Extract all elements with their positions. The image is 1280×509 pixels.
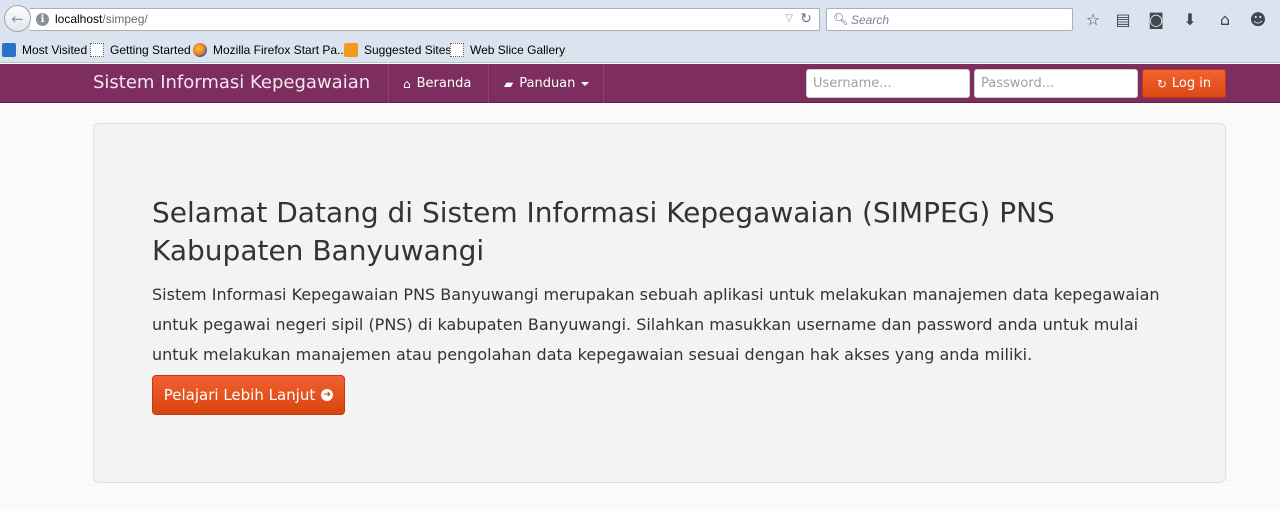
- bookmark-most-visited[interactable]: Most Visited: [2, 40, 87, 60]
- nav-divider: [388, 64, 389, 103]
- bookmark-label: Web Slice Gallery: [470, 43, 566, 57]
- arrow-circle-right-icon: ➜: [321, 389, 334, 401]
- hero-panel: Selamat Datang di Sistem Informasi Kepeg…: [93, 123, 1226, 483]
- url-host: localhost: [55, 12, 103, 26]
- learn-more-button[interactable]: Pelajari Lebih Lanjut ➜: [152, 375, 345, 415]
- hero-title: Selamat Datang di Sistem Informasi Kepeg…: [152, 196, 1055, 267]
- navbar-brand[interactable]: Sistem Informasi Kepegawaian: [93, 72, 370, 93]
- bookmarks-list-icon[interactable]: ▤: [1113, 10, 1133, 30]
- bookmark-label: Suggested Sites: [364, 43, 452, 57]
- nav-divider: [603, 64, 604, 103]
- search-icon: 🔍︎: [833, 12, 849, 26]
- nav-link-panduan[interactable]: ▰ Panduan: [504, 64, 590, 103]
- home-icon: ⌂: [403, 76, 411, 91]
- bookmark-star-icon[interactable]: ☆: [1083, 10, 1103, 30]
- hero-description: Sistem Informasi Kepegawaian PNS Banyuwa…: [152, 285, 1160, 364]
- page-icon: [90, 43, 104, 57]
- url-history-dropdown-icon[interactable]: ▽: [785, 13, 793, 24]
- bookmarks-bar: Most Visited Getting Started Mozilla Fir…: [0, 40, 1280, 60]
- url-path: /simpeg/: [102, 12, 148, 26]
- download-icon[interactable]: ⬇: [1180, 10, 1200, 30]
- url-text[interactable]: localhost/simpeg/: [55, 12, 148, 26]
- bookmark-suggested-sites[interactable]: Suggested Sites: [344, 40, 451, 60]
- nav-link-beranda[interactable]: ⌂ Beranda: [403, 64, 471, 103]
- nav-link-label: Beranda: [416, 76, 472, 91]
- password-input[interactable]: [974, 69, 1138, 98]
- login-icon: ↻: [1156, 76, 1167, 91]
- reload-icon[interactable]: ↻: [800, 11, 812, 27]
- pocket-icon[interactable]: ◙: [1146, 10, 1166, 30]
- browser-toolbar: i localhost/simpeg/ ▽ ↻ ← 🔍︎ Search ☆ ▤ …: [0, 0, 1280, 63]
- browser-search-input[interactable]: 🔍︎ Search: [826, 8, 1073, 31]
- learn-more-label: Pelajari Lebih Lanjut: [163, 386, 316, 404]
- home-icon[interactable]: ⌂: [1215, 10, 1235, 30]
- back-button[interactable]: ←: [4, 5, 31, 32]
- back-arrow-icon: ←: [11, 9, 24, 28]
- comment-icon: ▰: [504, 76, 514, 91]
- chevron-down-icon: [581, 81, 590, 86]
- site-info-icon[interactable]: i: [36, 13, 49, 26]
- page-icon: [450, 43, 464, 57]
- chat-icon[interactable]: ☻: [1248, 10, 1268, 30]
- bookmark-label: Getting Started: [110, 43, 191, 57]
- nav-link-label: Panduan: [519, 76, 576, 91]
- login-button[interactable]: ↻ Log in: [1142, 69, 1226, 98]
- bookmark-label: Mozilla Firefox Start Pa...: [213, 43, 348, 57]
- login-label: Log in: [1171, 76, 1212, 91]
- bookmark-getting-started[interactable]: Getting Started: [90, 40, 191, 60]
- bookmark-web-slice-gallery[interactable]: Web Slice Gallery: [450, 40, 565, 60]
- username-input[interactable]: [806, 69, 970, 98]
- folder-icon: [2, 43, 16, 57]
- app-navbar: Sistem Informasi Kepegawaian ⌂ Beranda ▰…: [0, 64, 1280, 103]
- navigation-row: i localhost/simpeg/ ▽ ↻ ← 🔍︎ Search ☆ ▤ …: [0, 4, 1280, 34]
- bookmark-label: Most Visited: [22, 43, 88, 57]
- suggested-sites-icon: [344, 43, 358, 57]
- firefox-icon: [193, 43, 207, 57]
- nav-divider: [488, 64, 489, 103]
- url-bar[interactable]: i localhost/simpeg/ ▽ ↻: [30, 8, 820, 31]
- bookmark-firefox-start[interactable]: Mozilla Firefox Start Pa...: [193, 40, 347, 60]
- search-placeholder: Search: [851, 13, 890, 27]
